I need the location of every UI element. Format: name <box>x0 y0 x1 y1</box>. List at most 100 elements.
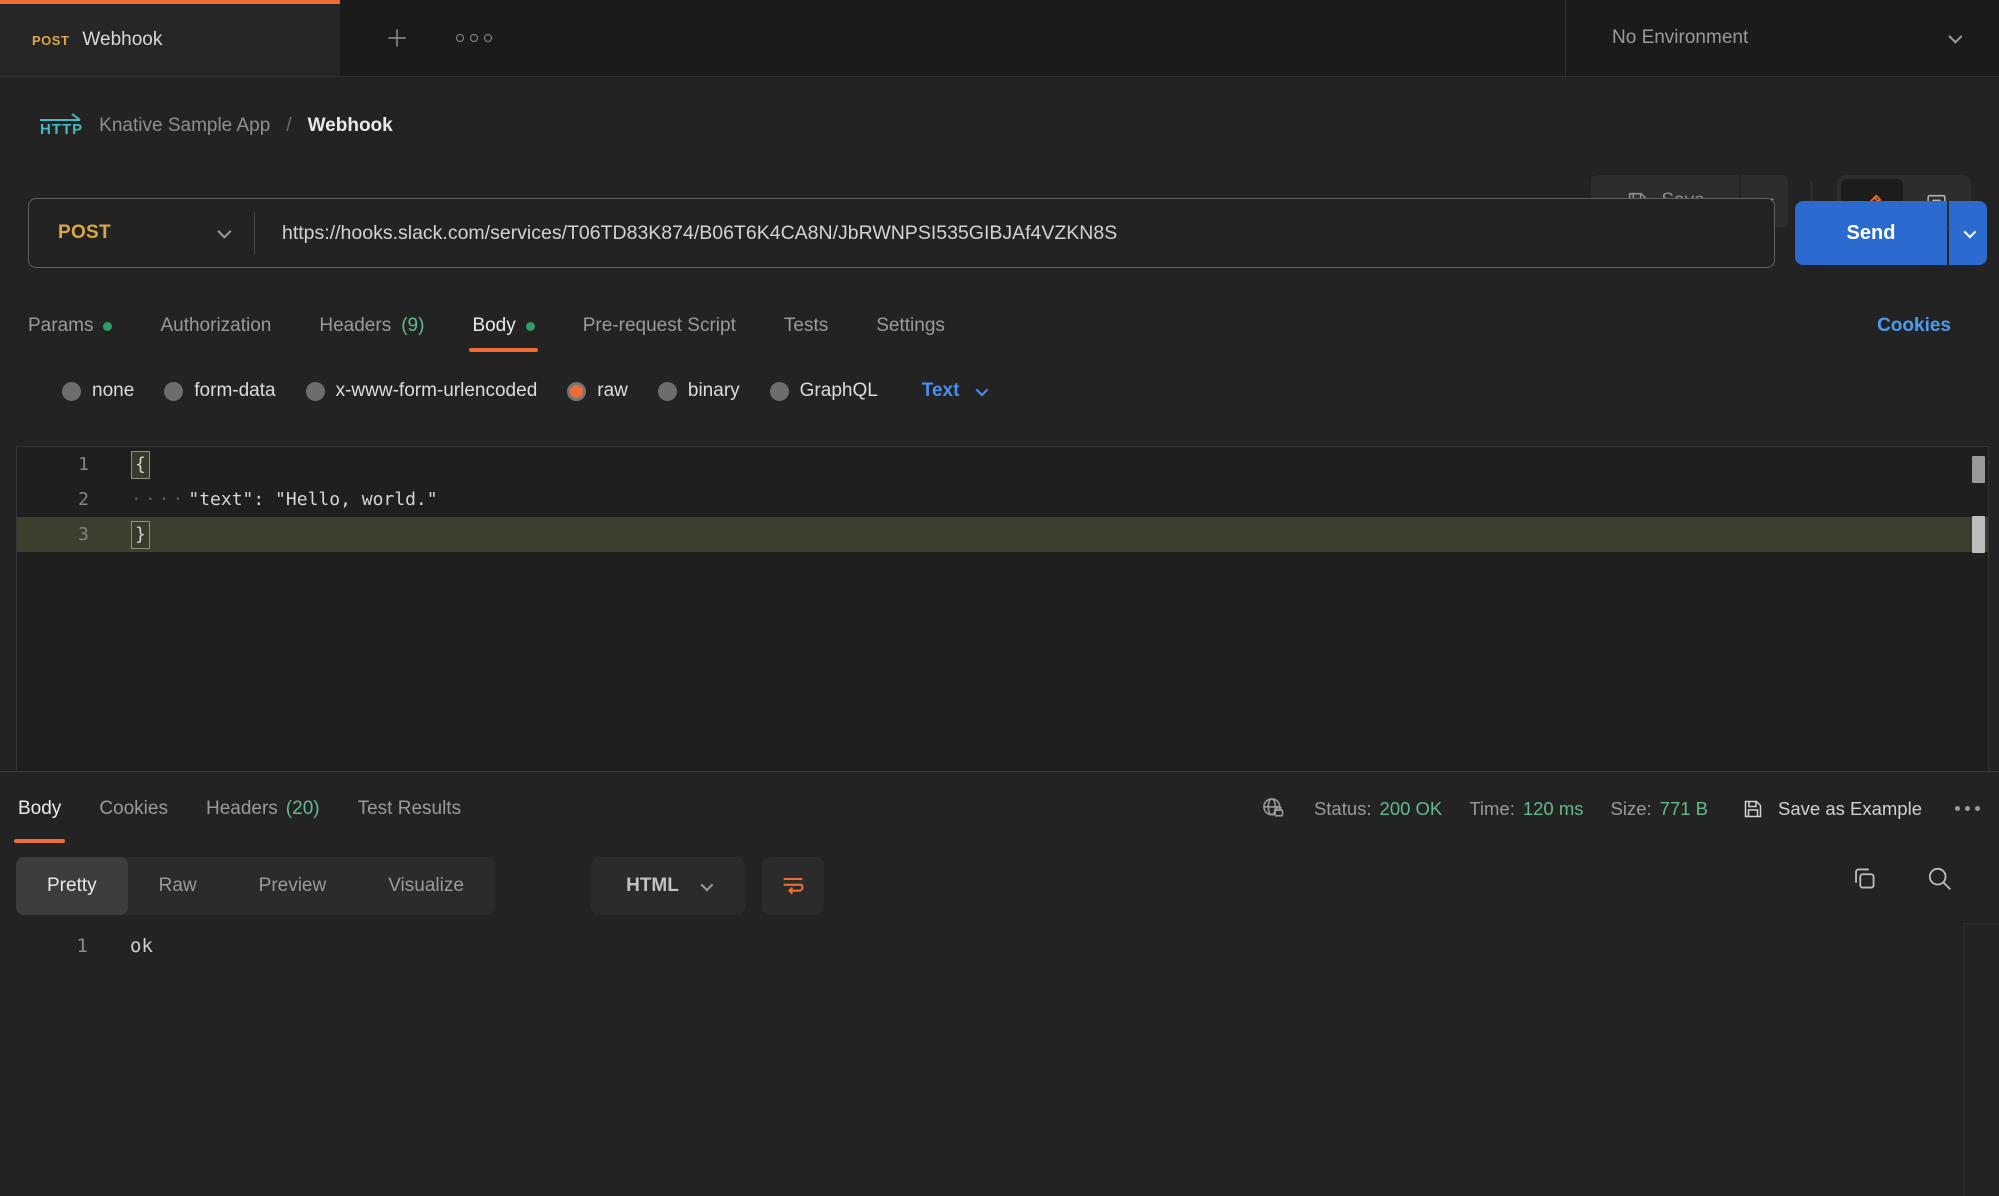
tab-settings[interactable]: Settings <box>876 300 945 352</box>
send-options-button[interactable] <box>1949 201 1987 265</box>
editor-scrollbar-mark[interactable] <box>1972 456 1985 483</box>
request-header-row: HTTP Knative Sample App / Webhook Save <box>0 77 1999 198</box>
response-scroll-gutter <box>1963 923 1964 1196</box>
tab-title: Webhook <box>82 29 162 51</box>
send-button-group: Send <box>1795 201 1987 265</box>
request-tabs: Params Authorization Headers (9) Body Pr… <box>0 300 1999 352</box>
network-lock-icon[interactable] <box>1260 795 1287 822</box>
breadcrumb-separator: / <box>286 115 291 137</box>
response-tab-body[interactable]: Body <box>18 772 61 845</box>
mode-form-data[interactable]: form-data <box>164 380 275 402</box>
floppy-disk-icon <box>1741 797 1765 821</box>
response-header: Body Cookies Headers (20) Test Results S… <box>0 772 1999 845</box>
line-number: 3 <box>17 524 89 545</box>
breadcrumb-collection[interactable]: Knative Sample App <box>99 115 270 137</box>
http-request-icon: HTTP <box>40 113 83 138</box>
headers-count: (9) <box>401 315 424 337</box>
editor-line: 1 { <box>17 447 1988 482</box>
search-button[interactable] <box>1925 864 1954 893</box>
response-tab-headers[interactable]: Headers (20) <box>206 772 320 845</box>
mode-none[interactable]: none <box>62 380 134 402</box>
chevron-down-icon <box>217 225 231 239</box>
cookies-link[interactable]: Cookies <box>1877 300 1951 352</box>
time-value: 120 ms <box>1523 798 1584 820</box>
mode-graphql[interactable]: GraphQL <box>770 380 878 402</box>
tab-pre-request-script[interactable]: Pre-request Script <box>583 300 736 352</box>
tab-authorization[interactable]: Authorization <box>160 300 271 352</box>
request-url-bar: POST <box>28 198 1775 268</box>
method-label: POST <box>58 222 111 244</box>
green-dot-indicator <box>526 322 535 331</box>
editor-line-current: 3 } <box>17 517 1988 552</box>
request-body-editor[interactable]: 1 { 2 ····"text": "Hello, world." 3 } <box>16 446 1989 771</box>
line-number: 1 <box>17 454 89 475</box>
plus-icon <box>384 25 410 51</box>
wrap-text-button[interactable] <box>762 857 824 915</box>
ellipsis-icon <box>456 34 464 42</box>
body-mode-row: none form-data x-www-form-urlencoded raw… <box>0 368 1999 414</box>
response-meta: Status: 200 OK Time: 120 ms Size: 771 B Sav… <box>1260 772 1986 845</box>
view-raw[interactable]: Raw <box>128 857 228 915</box>
search-icon <box>1925 864 1954 893</box>
view-preview[interactable]: Preview <box>228 857 358 915</box>
line-number: 1 <box>0 935 88 957</box>
response-text: ok <box>88 935 153 957</box>
whitespace-dots: ···· <box>131 489 186 510</box>
response-view-switcher: Pretty Raw Preview Visualize <box>16 857 495 915</box>
response-body[interactable]: 1 ok <box>0 928 1999 964</box>
postman-window: POST Webhook No Environment HTTP Knative… <box>0 0 1999 1196</box>
copy-icon <box>1850 864 1879 893</box>
response-headers-count: (20) <box>286 798 320 820</box>
response-scroll-gutter <box>1963 923 1999 924</box>
mode-raw[interactable]: raw <box>567 380 628 402</box>
request-tab-webhook[interactable]: POST Webhook <box>0 0 340 76</box>
code-text: "text": "Hello, world." <box>188 489 437 510</box>
view-visualize[interactable]: Visualize <box>357 857 495 915</box>
radio-icon <box>770 382 789 401</box>
mode-binary[interactable]: binary <box>658 380 740 402</box>
editor-scrollbar-mark[interactable] <box>1972 516 1985 553</box>
line-number: 2 <box>17 489 89 510</box>
tab-headers[interactable]: Headers (9) <box>319 300 424 352</box>
save-as-example-button[interactable]: Save as Example <box>1741 797 1922 821</box>
response-tab-cookies[interactable]: Cookies <box>99 772 168 845</box>
size-value: 771 B <box>1660 798 1708 820</box>
breadcrumb: HTTP Knative Sample App / Webhook <box>40 113 393 138</box>
copy-button[interactable] <box>1850 864 1879 893</box>
status-value: 200 OK <box>1380 798 1443 820</box>
radio-icon <box>658 382 677 401</box>
mode-x-www-form-urlencoded[interactable]: x-www-form-urlencoded <box>306 380 538 402</box>
url-input[interactable] <box>255 222 1774 245</box>
time-label: Time: <box>1469 798 1515 820</box>
tab-options-button[interactable] <box>448 26 500 50</box>
status-label: Status: <box>1314 798 1372 820</box>
tab-body[interactable]: Body <box>472 300 534 352</box>
tab-strip: POST Webhook No Environment <box>0 0 1999 77</box>
tab-tests[interactable]: Tests <box>784 300 828 352</box>
environment-selector[interactable]: No Environment <box>1565 0 1999 76</box>
green-dot-indicator <box>103 322 112 331</box>
ellipsis-icon <box>1955 806 1960 811</box>
chevron-down-icon <box>700 878 713 891</box>
response-format-selector[interactable]: HTML <box>591 857 745 915</box>
breadcrumb-request-name[interactable]: Webhook <box>308 115 393 137</box>
raw-language-selector[interactable]: Text <box>922 380 986 402</box>
size-label: Size: <box>1611 798 1652 820</box>
close-brace: } <box>131 521 150 549</box>
radio-icon <box>62 382 81 401</box>
chevron-down-icon <box>976 383 989 396</box>
radio-icon <box>164 382 183 401</box>
response-options-button[interactable] <box>1949 800 1986 817</box>
view-pretty[interactable]: Pretty <box>16 857 128 915</box>
send-button[interactable]: Send <box>1795 201 1947 265</box>
new-tab-button[interactable] <box>376 17 418 59</box>
radio-icon <box>306 382 325 401</box>
tab-params[interactable]: Params <box>28 300 112 352</box>
method-selector[interactable]: POST <box>29 199 254 267</box>
response-actions <box>1850 864 1954 893</box>
response-toolbar: Pretty Raw Preview Visualize HTML <box>16 857 1999 915</box>
editor-line: 2 ····"text": "Hello, world." <box>17 482 1988 517</box>
tab-method-badge: POST <box>32 33 69 48</box>
chevron-down-icon <box>1948 30 1962 44</box>
response-tab-test-results[interactable]: Test Results <box>358 772 461 845</box>
